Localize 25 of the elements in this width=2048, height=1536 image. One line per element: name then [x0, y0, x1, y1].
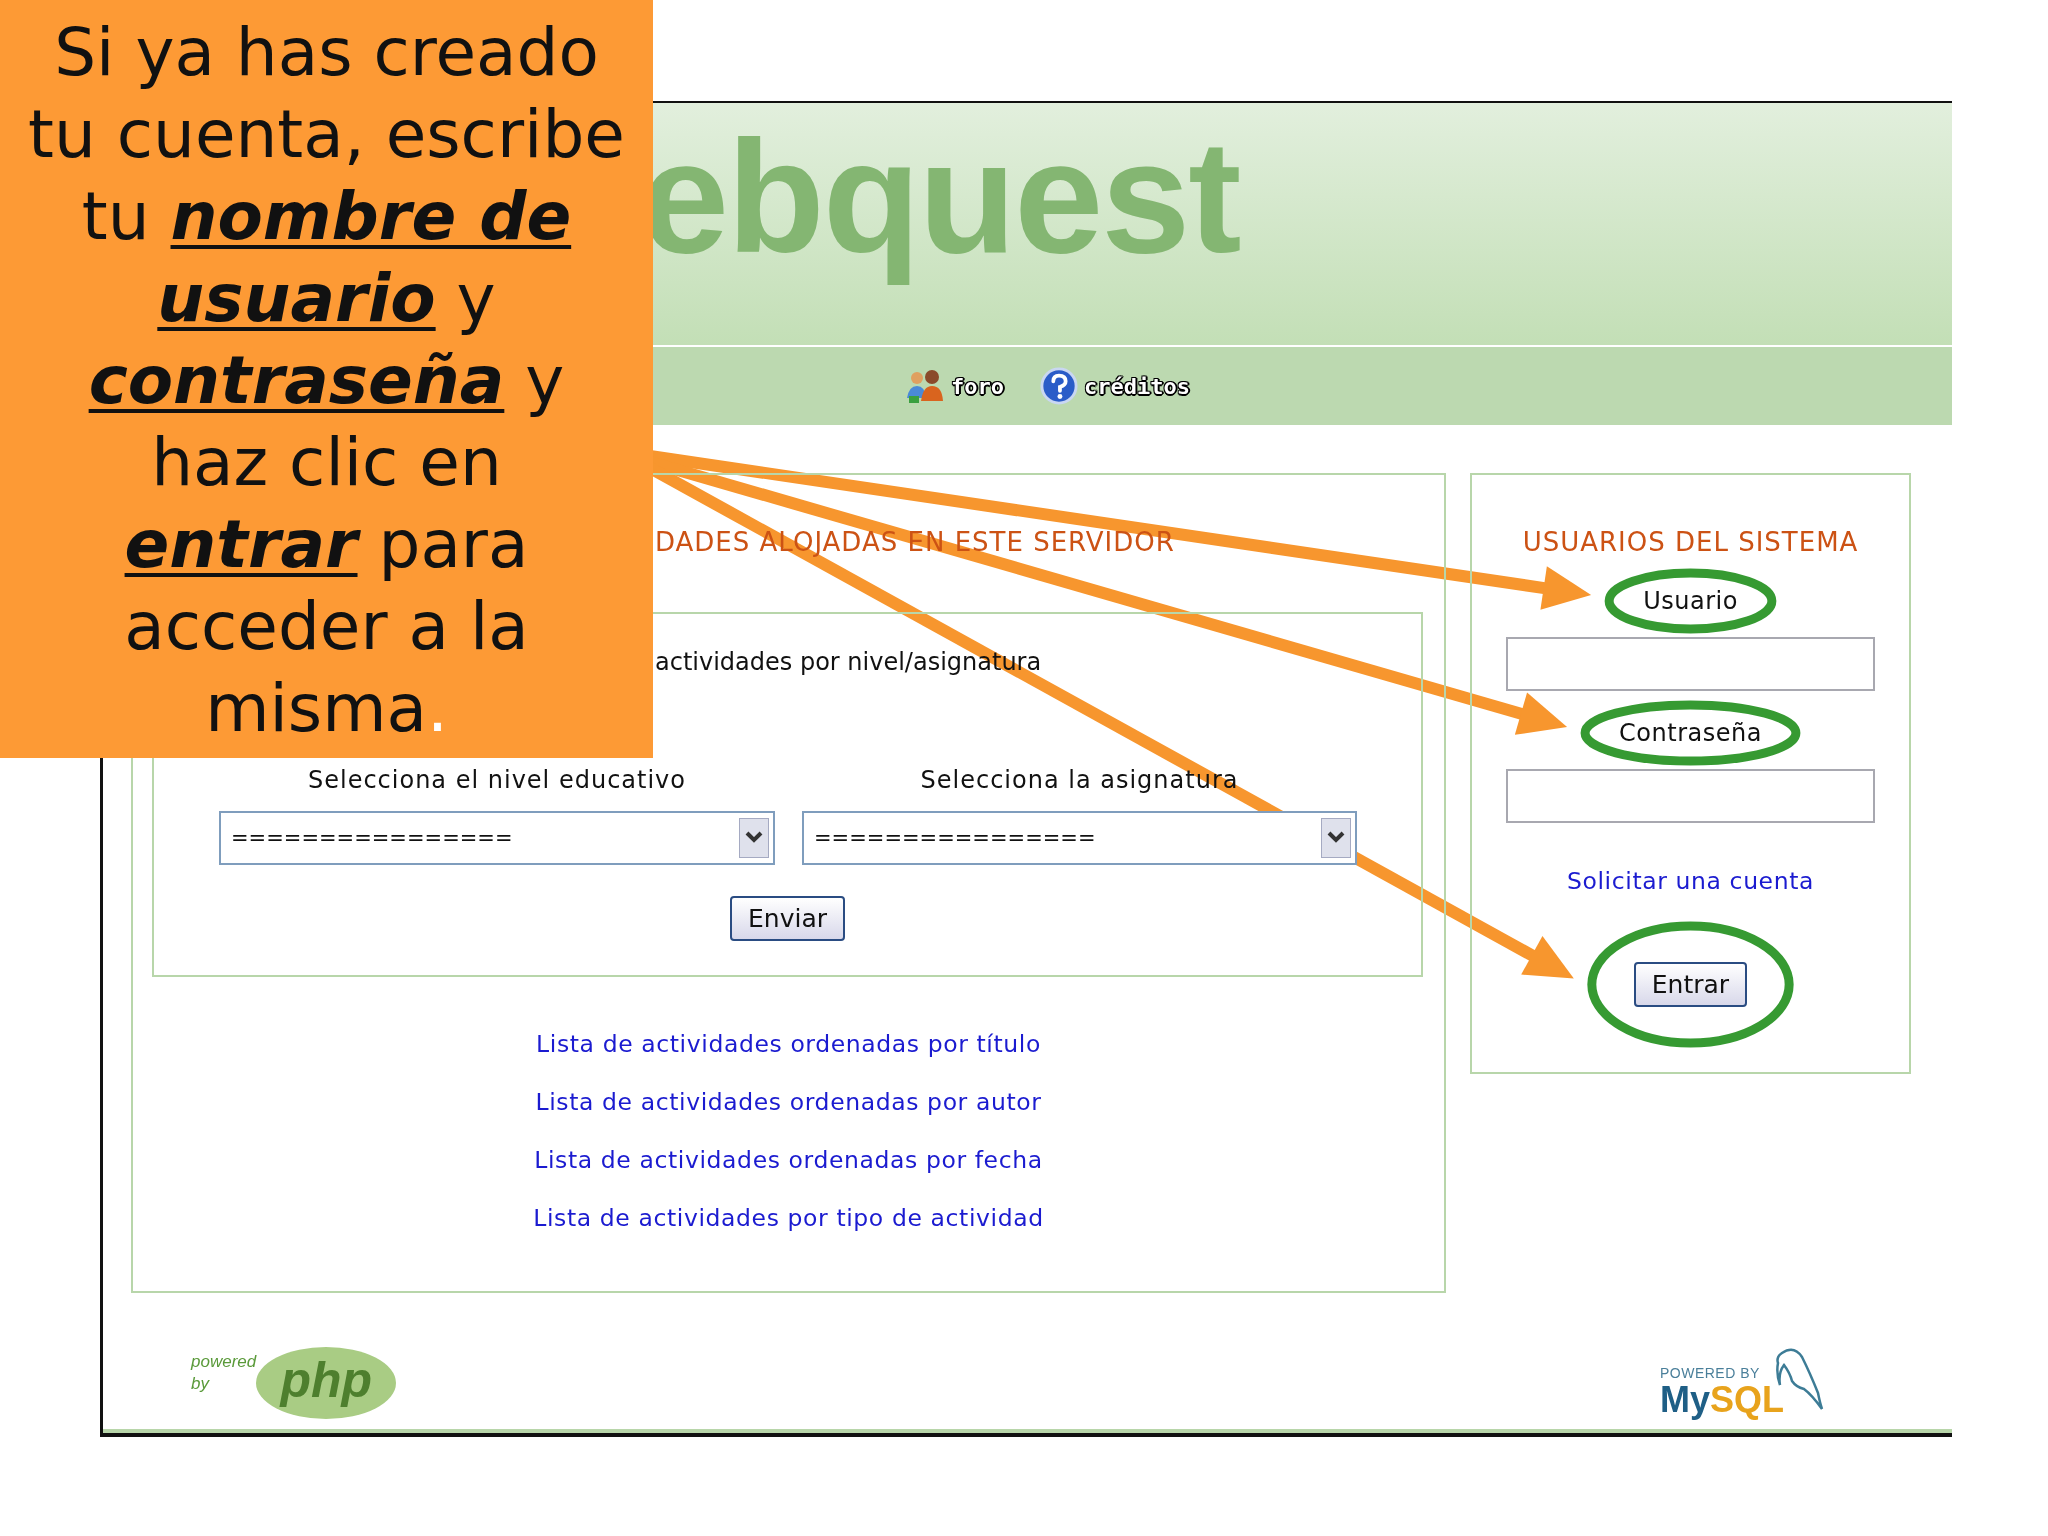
people-icon — [905, 368, 945, 404]
dropdown[interactable]: ================ — [802, 811, 1357, 865]
caret-icon — [1321, 818, 1351, 858]
site-title: ebquest — [640, 106, 1240, 288]
activity-link[interactable]: Lista de actividades ordenadas por título — [536, 1029, 1041, 1059]
php-logo: php — [256, 1347, 397, 1419]
dropdown[interactable]: ================ — [219, 811, 775, 865]
login-button[interactable]: Entrar — [1633, 962, 1748, 1007]
caret-icon — [739, 818, 769, 858]
mysql-logo: MySQL — [1659, 1381, 1784, 1419]
activity-link[interactable]: Lista de actividades ordenadas por autor — [535, 1087, 1042, 1117]
request-account-link[interactable]: Solicitar una cuenta — [1567, 866, 1814, 896]
activity-link[interactable]: Lista de actividades ordenadas por fecha — [534, 1145, 1043, 1175]
field-label: Contraseña — [1619, 718, 1762, 749]
help-icon — [1040, 367, 1078, 405]
logo-caption: POWERED BY — [1659, 1365, 1761, 1381]
select-label: Selecciona el nivel educativo — [308, 765, 686, 795]
field-label: Usuario — [1643, 586, 1738, 617]
callout-text: Si ya has creado tu cuenta, escribe tu nombre de usuario y contraseña y haz clic en entrar para acceder a la misma. — [27, 13, 626, 749]
username-field[interactable] — [1506, 637, 1875, 691]
logo-caption: powered by — [191, 1351, 257, 1395]
panel-heading: USUARIOS DEL SISTEMA — [1522, 526, 1859, 559]
send-button[interactable]: Enviar — [730, 896, 845, 941]
activity-link[interactable]: Lista de actividades por tipo de actividad — [533, 1203, 1044, 1233]
password-field[interactable] — [1506, 769, 1875, 823]
